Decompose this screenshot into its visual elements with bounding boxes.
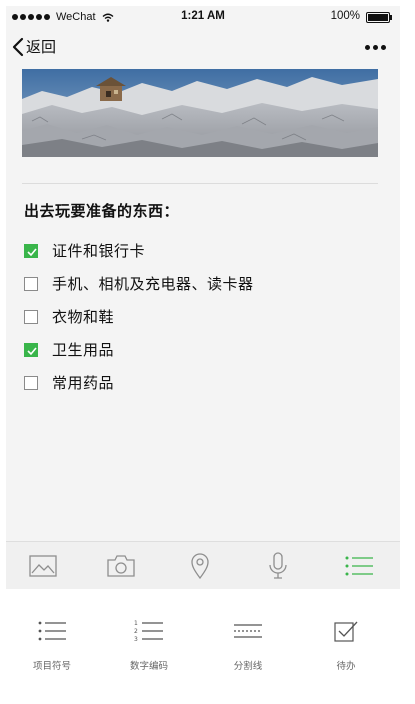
checklist: 证件和银行卡 手机、相机及充电器、读卡器 衣物和鞋 卫生用品 常用药品 bbox=[24, 234, 374, 399]
more-options-button[interactable] bbox=[365, 45, 386, 50]
checklist-item-label[interactable]: 卫生用品 bbox=[52, 339, 114, 360]
numbered-list-option[interactable]: 123 数字编码 bbox=[109, 618, 189, 672]
microphone-icon bbox=[269, 552, 287, 579]
insert-photo-button[interactable] bbox=[105, 550, 137, 582]
camera-icon bbox=[107, 555, 135, 577]
checklist-item: 衣物和鞋 bbox=[24, 300, 374, 333]
svg-text:1: 1 bbox=[134, 620, 138, 627]
image-icon bbox=[29, 555, 57, 577]
format-list-button[interactable] bbox=[343, 550, 375, 582]
checkbox[interactable] bbox=[24, 276, 38, 291]
checklist-item-label[interactable]: 衣物和鞋 bbox=[52, 306, 114, 327]
bullet-list-option[interactable]: 项目符号 bbox=[12, 618, 92, 672]
more-dot bbox=[373, 45, 378, 50]
checklist-item: 卫生用品 bbox=[24, 333, 374, 366]
checklist-item-label[interactable]: 常用药品 bbox=[52, 372, 114, 393]
svg-text:2: 2 bbox=[134, 628, 138, 635]
bullet-list-icon bbox=[38, 621, 66, 641]
format-panel: 项目符号 123 数字编码 分割线 待办 bbox=[0, 590, 415, 704]
insert-location-button[interactable] bbox=[184, 550, 216, 582]
checkmark-icon bbox=[27, 346, 37, 355]
chevron-left-icon bbox=[12, 37, 24, 56]
checkmark-icon bbox=[27, 247, 37, 256]
checklist-item-label[interactable]: 手机、相机及充电器、读卡器 bbox=[52, 273, 254, 294]
todo-label: 待办 bbox=[336, 661, 356, 672]
more-dot bbox=[381, 45, 386, 50]
checklist-icon bbox=[345, 556, 373, 576]
svg-text:3: 3 bbox=[134, 636, 138, 642]
back-label: 返回 bbox=[26, 38, 57, 56]
note-heading: 出去玩要准备的东西： bbox=[24, 202, 180, 220]
location-icon bbox=[191, 553, 209, 579]
checklist-item-label[interactable]: 证件和银行卡 bbox=[52, 240, 145, 261]
numbered-list-icon: 123 bbox=[134, 620, 163, 642]
checkbox[interactable] bbox=[24, 342, 38, 357]
numbered-list-label: 数字编码 bbox=[129, 661, 168, 672]
editor-toolbar bbox=[6, 541, 400, 589]
checkbox[interactable] bbox=[24, 309, 38, 324]
mountain-photo bbox=[22, 69, 378, 157]
checkbox[interactable] bbox=[24, 375, 38, 390]
divider-line-option[interactable]: 分割线 bbox=[208, 618, 288, 672]
divider-line-icon bbox=[234, 624, 262, 638]
back-button[interactable]: 返回 bbox=[12, 36, 56, 57]
checklist-item: 证件和银行卡 bbox=[24, 234, 374, 267]
navigation-bar: 返回 bbox=[6, 30, 400, 66]
battery-icon bbox=[366, 12, 392, 23]
battery-percentage: 100% bbox=[330, 10, 360, 22]
phone-screen: WeChat 1:21 AM 100% 返回 出去玩要准备的东西： 证件和银行卡… bbox=[6, 6, 400, 589]
todo-icon bbox=[334, 621, 358, 642]
more-dot bbox=[365, 45, 370, 50]
checklist-item: 手机、相机及充电器、读卡器 bbox=[24, 267, 374, 300]
insert-image-button[interactable] bbox=[27, 550, 59, 582]
checkbox[interactable] bbox=[24, 243, 38, 258]
insert-voice-button[interactable] bbox=[262, 550, 294, 582]
bullet-list-label: 项目符号 bbox=[32, 661, 71, 672]
todo-option[interactable]: 待办 bbox=[306, 618, 386, 672]
divider bbox=[22, 183, 378, 184]
divider-line-label: 分割线 bbox=[233, 661, 263, 672]
status-bar: WeChat 1:21 AM 100% bbox=[6, 6, 400, 28]
checklist-item: 常用药品 bbox=[24, 366, 374, 399]
